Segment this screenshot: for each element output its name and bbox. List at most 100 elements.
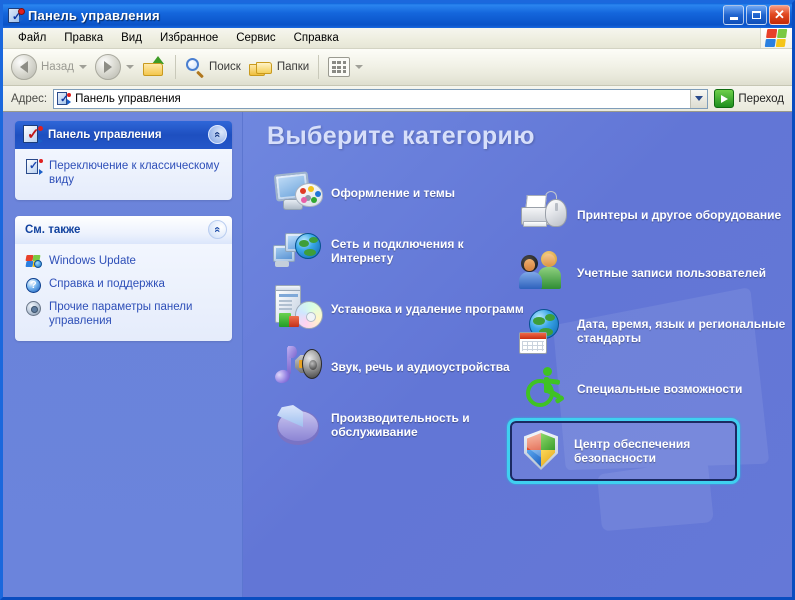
folders-button[interactable]: Папки (245, 52, 313, 82)
search-button[interactable]: Поиск (181, 52, 245, 82)
maximize-button[interactable] (746, 5, 767, 25)
printers-hardware-icon (519, 191, 569, 239)
sidebar-link-windows-update[interactable]: Windows Update (25, 251, 224, 274)
category-column-right: Принтеры и другое оборудование Учетные з… (513, 186, 792, 484)
category-accessibility[interactable]: Специальные возможности (513, 360, 792, 418)
category-performance-maintenance[interactable]: Производительность и обслуживание (267, 396, 532, 454)
menu-item-view[interactable]: Вид (112, 30, 151, 46)
address-bar: Адрес: ✓ Панель управления Переход (3, 86, 792, 112)
category-security-center[interactable]: Центр обеспечения безопасности (507, 418, 740, 484)
network-internet-icon (273, 227, 323, 275)
folders-icon (249, 57, 273, 77)
menu-item-favorites[interactable]: Избранное (151, 30, 227, 46)
chevron-down-icon[interactable] (79, 65, 87, 69)
sidebar-panel-body: Windows Update ? Справка и поддержка Про… (15, 244, 232, 341)
category-network-internet[interactable]: Сеть и подключения к Интернету (267, 222, 532, 280)
category-label: Установка и удаление программ (331, 302, 524, 316)
category-sounds-audio[interactable]: Звук, речь и аудиоустройства (267, 338, 532, 396)
category-label: Оформление и темы (331, 186, 455, 200)
sidebar-link-label: Справка и поддержка (49, 277, 165, 291)
go-arrow-icon (714, 89, 734, 108)
page-title: Выберите категорию (267, 122, 535, 151)
back-arrow-icon (11, 54, 37, 80)
folders-label: Папки (277, 61, 309, 73)
views-icon (328, 57, 350, 77)
sidebar-link-label: Прочие параметры панели управления (49, 300, 224, 328)
add-remove-programs-icon (273, 285, 323, 333)
control-panel-window: ✓ Панель управления ✕ Файл Правка Вид Из… (0, 0, 795, 600)
menu-item-help[interactable]: Справка (285, 30, 348, 46)
category-label: Дата, время, язык и региональные стандар… (577, 317, 792, 345)
category-user-accounts[interactable]: Учетные записи пользователей (513, 244, 792, 302)
help-support-icon: ? (25, 277, 43, 294)
chevron-down-icon[interactable] (126, 65, 134, 69)
category-label: Сеть и подключения к Интернету (331, 237, 526, 265)
category-appearance-themes[interactable]: Оформление и темы (267, 164, 532, 222)
sidebar-panel-title: Панель управления (48, 129, 162, 141)
folder-up-icon (142, 56, 166, 78)
toolbar: Назад Поиск Папки (3, 49, 792, 86)
go-button[interactable]: Переход (714, 89, 788, 108)
chevron-up-icon[interactable]: « (208, 220, 227, 239)
control-panel-icon: ✓ (56, 92, 71, 106)
control-panel-icon: ✓ (25, 159, 43, 176)
performance-maintenance-icon (273, 401, 323, 449)
close-button[interactable]: ✕ (769, 5, 790, 25)
window-controls: ✕ (723, 5, 790, 25)
sidebar-link-classic-view[interactable]: ✓ Переключение к классическому виду (25, 156, 224, 190)
category-label: Центр обеспечения безопасности (574, 437, 731, 465)
sidebar-panel-control-panel: ✓ Панель управления « ✓ Переключение к к… (15, 121, 232, 200)
category-printers-hardware[interactable]: Принтеры и другое оборудование (513, 186, 792, 244)
toolbar-separator (318, 55, 319, 79)
category-add-remove-programs[interactable]: Установка и удаление программ (267, 280, 532, 338)
address-value: Панель управления (75, 93, 181, 105)
title-bar: ✓ Панель управления ✕ (3, 3, 792, 28)
main-content: Выберите категорию Оформление и темы (243, 112, 792, 597)
category-label: Учетные записи пользователей (577, 266, 766, 280)
forward-arrow-icon (95, 54, 121, 80)
sidebar-panel-header[interactable]: См. также « (15, 216, 232, 244)
back-label: Назад (41, 61, 74, 73)
window-title: Панель управления (28, 8, 160, 23)
chevron-up-icon[interactable]: « (208, 125, 227, 144)
menu-item-edit[interactable]: Правка (55, 30, 112, 46)
sidebar-link-label: Переключение к классическому виду (49, 159, 224, 187)
category-label: Принтеры и другое оборудование (577, 208, 781, 222)
address-dropdown-button[interactable] (690, 90, 707, 108)
windows-update-icon (25, 254, 43, 271)
minimize-button[interactable] (723, 5, 744, 25)
accessibility-icon (519, 365, 569, 413)
category-column-left: Оформление и темы Сеть и подключения к И… (267, 164, 532, 454)
gear-icon (25, 300, 43, 317)
address-label: Адрес: (11, 93, 47, 105)
sidebar-panel-header[interactable]: ✓ Панель управления « (15, 121, 232, 149)
toolbar-separator (175, 55, 176, 79)
sidebar-panel-body: ✓ Переключение к классическому виду (15, 149, 232, 200)
category-label: Специальные возможности (577, 382, 742, 396)
forward-button[interactable] (91, 52, 138, 82)
control-panel-icon: ✓ (6, 7, 24, 24)
control-panel-icon: ✓ (21, 125, 43, 145)
back-button[interactable]: Назад (7, 52, 91, 82)
menu-bar: Файл Правка Вид Избранное Сервис Справка (3, 28, 792, 49)
views-button[interactable] (324, 52, 367, 82)
category-label: Производительность и обслуживание (331, 411, 526, 439)
menu-item-file[interactable]: Файл (9, 30, 55, 46)
windows-logo-icon (765, 29, 788, 47)
address-input[interactable]: ✓ Панель управления (53, 89, 708, 109)
menu-item-tools[interactable]: Сервис (227, 30, 284, 46)
search-icon (185, 57, 205, 77)
date-time-language-icon (519, 307, 569, 355)
sidebar-panel-see-also: См. также « Windows Update ? Справка и п… (15, 216, 232, 341)
sidebar-panel-title: См. также (25, 224, 80, 236)
sidebar-link-other-options[interactable]: Прочие параметры панели управления (25, 297, 224, 331)
up-button[interactable] (138, 52, 170, 82)
category-date-time-language[interactable]: Дата, время, язык и региональные стандар… (513, 302, 792, 360)
chevron-down-icon[interactable] (355, 65, 363, 69)
sidebar-link-label: Windows Update (49, 254, 136, 268)
user-accounts-icon (519, 249, 569, 297)
go-label: Переход (738, 93, 784, 105)
security-center-icon (516, 427, 566, 475)
category-label: Звук, речь и аудиоустройства (331, 360, 510, 374)
sidebar-link-help-support[interactable]: ? Справка и поддержка (25, 274, 224, 297)
